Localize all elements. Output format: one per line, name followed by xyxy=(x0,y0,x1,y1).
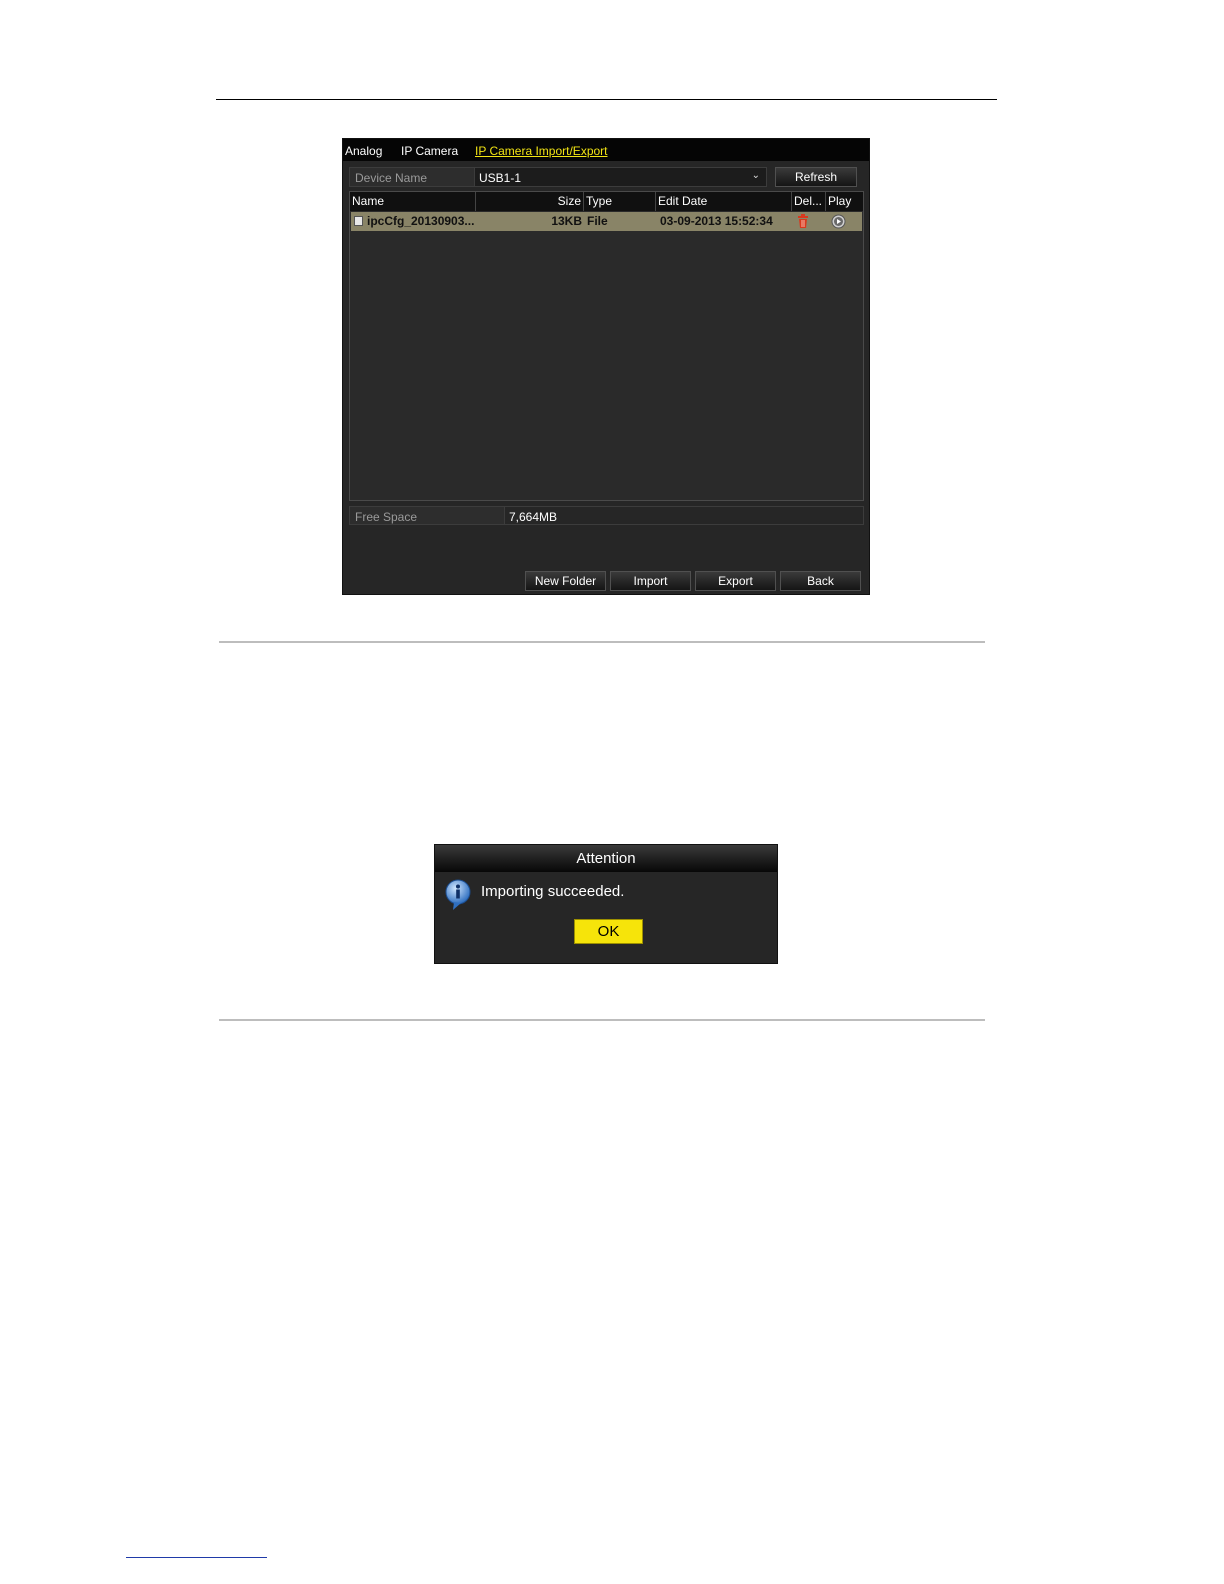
column-header-type[interactable]: Type xyxy=(584,192,656,211)
file-name: ipcCfg_20130903... xyxy=(367,214,475,228)
device-name-label: Device Name xyxy=(349,167,475,187)
free-space-value: 7,664MB xyxy=(504,506,864,525)
column-header-edit-date[interactable]: Edit Date xyxy=(656,192,792,211)
tab-analog[interactable]: Analog xyxy=(345,144,382,158)
column-header-play[interactable]: Play xyxy=(826,192,862,211)
footnote-rule xyxy=(126,1557,267,1558)
table-row[interactable]: ipcCfg_20130903... 13KB File 03-09-2013 … xyxy=(351,212,862,231)
refresh-button[interactable]: Refresh xyxy=(775,167,857,187)
new-folder-button[interactable]: New Folder xyxy=(525,571,606,591)
file-edit-date: 03-09-2013 15:52:34 xyxy=(660,214,773,228)
tab-ip-camera-import-export[interactable]: IP Camera Import/Export xyxy=(475,144,608,158)
file-table: Name Size Type Edit Date Del... Play ipc… xyxy=(349,191,864,501)
figure-divider xyxy=(219,1019,985,1021)
tab-bar: Analog IP Camera IP Camera Import/Export xyxy=(343,139,869,161)
table-header: Name Size Type Edit Date Del... Play xyxy=(350,192,863,211)
file-icon xyxy=(354,216,363,226)
ip-camera-import-export-panel: Analog IP Camera IP Camera Import/Export… xyxy=(342,138,870,595)
back-button[interactable]: Back xyxy=(780,571,861,591)
header-rule xyxy=(216,99,997,100)
figure-divider xyxy=(219,641,985,643)
column-header-size[interactable]: Size xyxy=(476,192,584,211)
column-header-delete[interactable]: Del... xyxy=(792,192,826,211)
device-name-dropdown[interactable]: USB1-1 ⌄ xyxy=(474,167,767,187)
device-name-value: USB1-1 xyxy=(479,171,522,185)
attention-dialog: Attention Importing succeeded. OK xyxy=(434,844,778,964)
chevron-down-icon: ⌄ xyxy=(751,170,760,181)
delete-icon[interactable] xyxy=(796,214,810,229)
tab-ip-camera[interactable]: IP Camera xyxy=(401,144,458,158)
file-size: 13KB xyxy=(551,214,582,228)
dialog-title: Attention xyxy=(435,845,777,872)
export-button[interactable]: Export xyxy=(695,571,776,591)
file-type: File xyxy=(587,214,608,228)
free-space-label: Free Space xyxy=(349,506,505,525)
dialog-message: Importing succeeded. xyxy=(481,883,625,900)
ok-button[interactable]: OK xyxy=(574,919,643,944)
import-button[interactable]: Import xyxy=(610,571,691,591)
info-icon xyxy=(444,879,472,911)
play-icon[interactable] xyxy=(831,214,846,229)
column-header-name[interactable]: Name xyxy=(350,192,476,211)
